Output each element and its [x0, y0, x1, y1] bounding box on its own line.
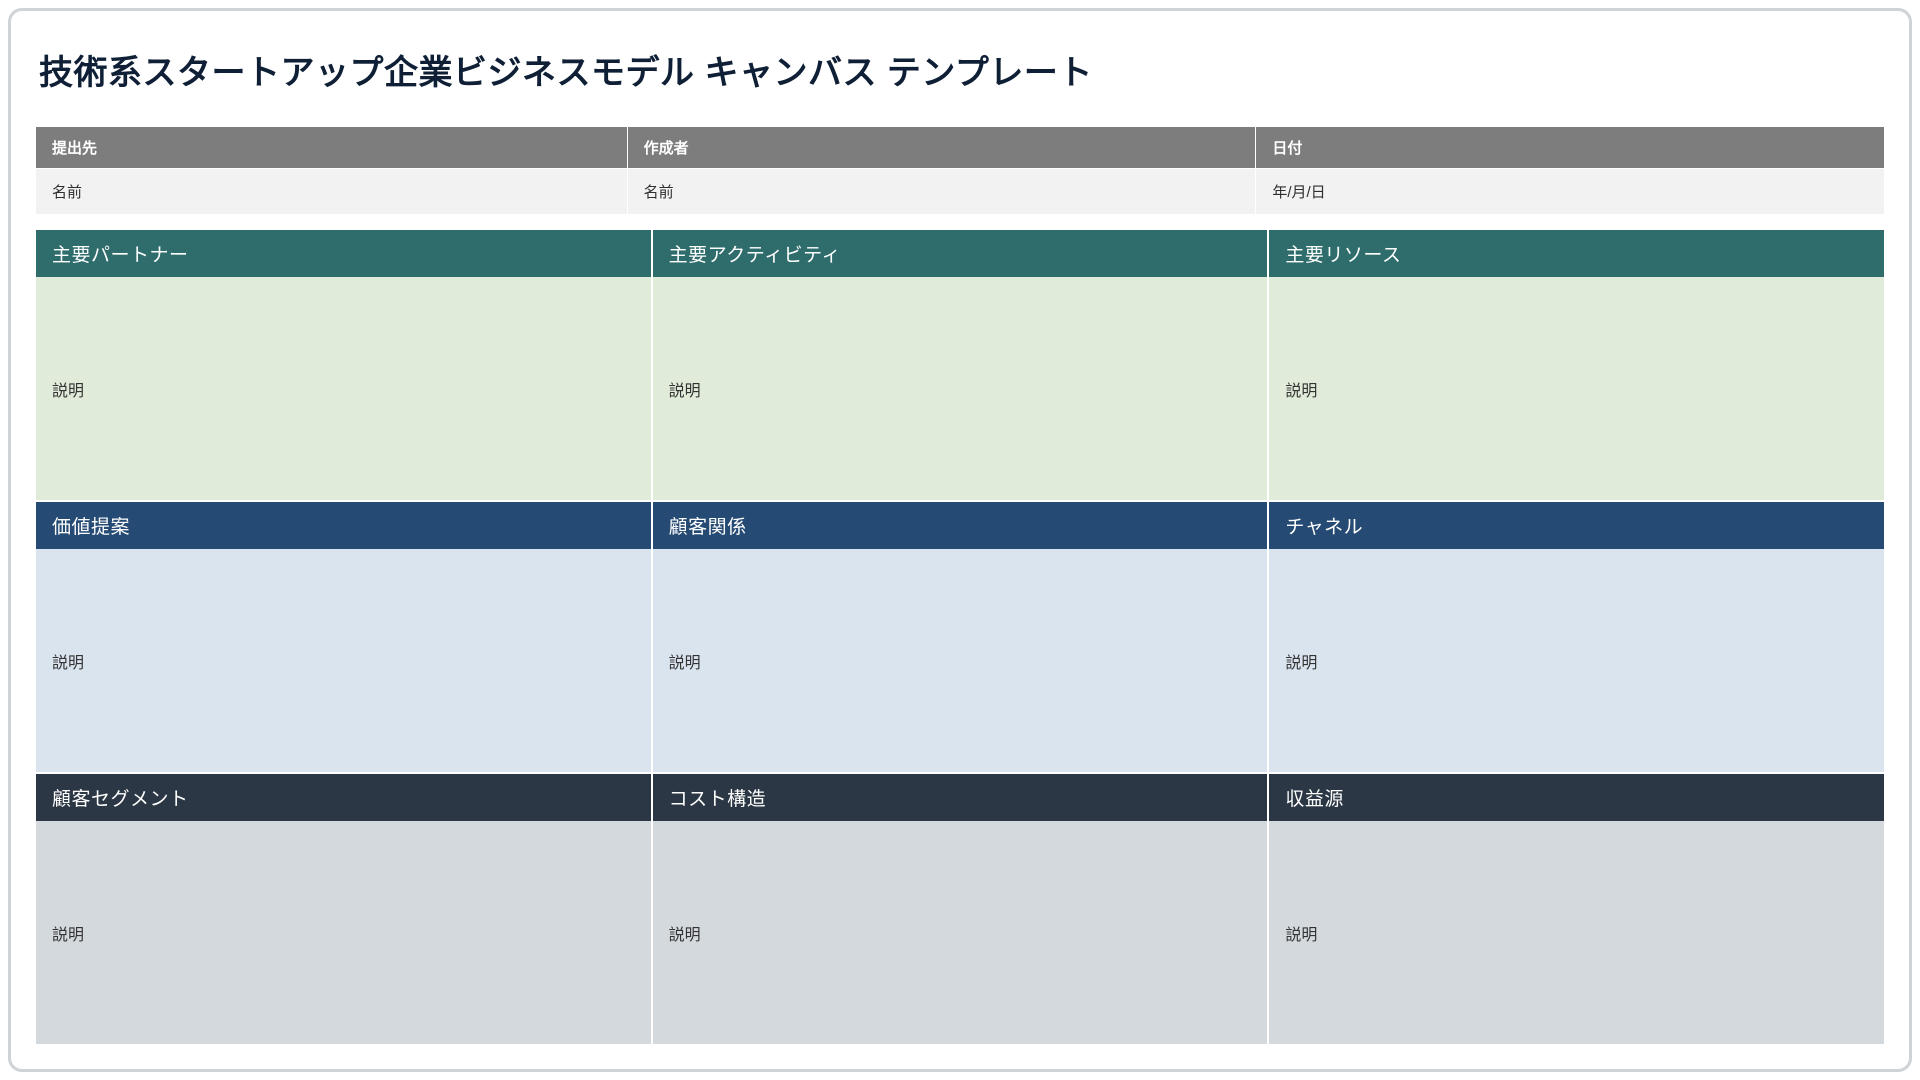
page-title: 技術系スタートアップ企業ビジネスモデル キャンバス テンプレート — [39, 45, 1885, 94]
canvas-row-1: 主要パートナー 説明 主要アクティビティ 説明 主要リソース 説明 — [35, 229, 1885, 501]
cell-body-value-propositions[interactable]: 説明 — [36, 549, 651, 772]
cell-header-key-resources: 主要リソース — [1269, 230, 1884, 277]
cell-key-activities: 主要アクティビティ 説明 — [652, 229, 1269, 501]
page-frame: 技術系スタートアップ企業ビジネスモデル キャンバス テンプレート 提出先 作成者… — [8, 8, 1912, 1072]
cell-body-channels[interactable]: 説明 — [1269, 549, 1884, 772]
cell-header-revenue-streams: 収益源 — [1269, 774, 1884, 821]
cell-revenue-streams: 収益源 説明 — [1268, 773, 1885, 1045]
cell-body-key-partners[interactable]: 説明 — [36, 277, 651, 500]
business-model-canvas: 主要パートナー 説明 主要アクティビティ 説明 主要リソース 説明 価値提案 説… — [35, 229, 1885, 1045]
cell-key-resources: 主要リソース 説明 — [1268, 229, 1885, 501]
meta-table: 提出先 作成者 日付 名前 名前 年/月/日 — [35, 126, 1885, 215]
cell-body-customer-relationships[interactable]: 説明 — [653, 549, 1268, 772]
cell-cost-structure: コスト構造 説明 — [652, 773, 1269, 1045]
cell-header-cost-structure: コスト構造 — [653, 774, 1268, 821]
cell-body-key-activities[interactable]: 説明 — [653, 277, 1268, 500]
canvas-row-3: 顧客セグメント 説明 コスト構造 説明 収益源 説明 — [35, 773, 1885, 1045]
cell-value-propositions: 価値提案 説明 — [35, 501, 652, 773]
cell-customer-relationships: 顧客関係 説明 — [652, 501, 1269, 773]
meta-value-created-by[interactable]: 名前 — [627, 169, 1256, 215]
cell-header-value-propositions: 価値提案 — [36, 502, 651, 549]
cell-customer-segments: 顧客セグメント 説明 — [35, 773, 652, 1045]
meta-header-submitted-to: 提出先 — [36, 127, 628, 169]
meta-value-submitted-to[interactable]: 名前 — [36, 169, 628, 215]
cell-body-revenue-streams[interactable]: 説明 — [1269, 821, 1884, 1044]
cell-body-customer-segments[interactable]: 説明 — [36, 821, 651, 1044]
cell-channels: チャネル 説明 — [1268, 501, 1885, 773]
cell-header-customer-relationships: 顧客関係 — [653, 502, 1268, 549]
cell-body-cost-structure[interactable]: 説明 — [653, 821, 1268, 1044]
cell-header-channels: チャネル — [1269, 502, 1884, 549]
cell-body-key-resources[interactable]: 説明 — [1269, 277, 1884, 500]
cell-header-key-activities: 主要アクティビティ — [653, 230, 1268, 277]
meta-header-date: 日付 — [1256, 127, 1885, 169]
canvas-row-2: 価値提案 説明 顧客関係 説明 チャネル 説明 — [35, 501, 1885, 773]
meta-header-created-by: 作成者 — [627, 127, 1256, 169]
cell-header-customer-segments: 顧客セグメント — [36, 774, 651, 821]
cell-key-partners: 主要パートナー 説明 — [35, 229, 652, 501]
cell-header-key-partners: 主要パートナー — [36, 230, 651, 277]
meta-value-date[interactable]: 年/月/日 — [1256, 169, 1885, 215]
